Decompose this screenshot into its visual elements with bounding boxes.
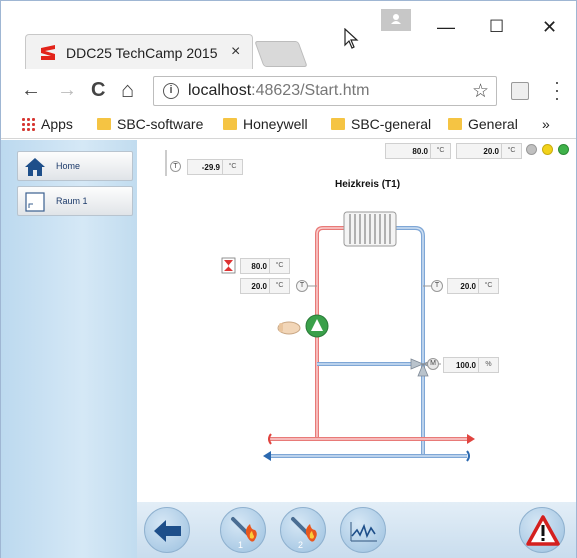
burner-1-button[interactable]: 1 <box>220 507 266 553</box>
bookmark-sbc-general[interactable]: SBC-general <box>331 116 431 132</box>
person-icon <box>391 14 401 24</box>
return-pipe <box>393 226 425 456</box>
extension-icon[interactable] <box>511 82 529 100</box>
valve-motor-icon: M <box>427 358 439 370</box>
alarm-button[interactable] <box>519 507 565 553</box>
mouse-cursor-icon <box>344 28 359 49</box>
new-tab-button[interactable] <box>254 41 308 67</box>
bookmark-sbc-software[interactable]: SBC-software <box>97 116 203 132</box>
bookmarks-more[interactable]: » <box>542 116 550 132</box>
trend-chart-icon <box>350 522 377 542</box>
supply-sensor-icon: T <box>296 280 308 292</box>
supply-arrow-icon <box>467 434 475 444</box>
url-text: localhost:48623/Start.htm <box>188 82 370 99</box>
folder-icon <box>448 118 462 130</box>
tab-close-button[interactable]: × <box>231 43 240 61</box>
title-bar: DDC25 TechCamp 2015 × — ☐ ✕ <box>1 1 576 71</box>
browser-toolbar: ← → C ⌂ i localhost:48623/Start.htm ☆ · ·… <box>1 71 576 111</box>
return-cap-icon <box>466 450 470 462</box>
pump-icon <box>305 314 329 338</box>
bookmark-apps[interactable]: Apps <box>21 116 73 132</box>
folder-icon <box>97 118 111 130</box>
heating-circuit-diagram <box>221 211 475 462</box>
burner-wrench-icon: 1 <box>231 517 257 550</box>
saia-logo-icon <box>41 45 55 60</box>
bookmarks-bar: Apps SBC-software Honeywell SBC-general … <box>1 111 576 139</box>
warning-triangle-icon <box>526 515 560 546</box>
minimize-button[interactable]: — <box>437 17 455 38</box>
back-arrow-icon[interactable]: ← <box>21 79 41 102</box>
radiator-icon <box>343 211 397 247</box>
home-icon[interactable]: ⌂ <box>121 77 134 103</box>
close-window-button[interactable]: ✕ <box>542 17 557 38</box>
reload-icon[interactable]: C <box>91 79 105 102</box>
folder-icon <box>331 118 345 130</box>
forward-arrow-icon[interactable]: → <box>57 79 77 102</box>
supply-temp-readout: 20.0 °C <box>240 278 290 294</box>
setpoint-readout[interactable]: 80.0 °C <box>240 258 290 274</box>
tab-title: DDC25 TechCamp 2015 <box>66 45 218 61</box>
maximize-button[interactable]: ☐ <box>489 17 504 37</box>
hourglass-icon <box>221 257 236 274</box>
menu-dots-icon[interactable]: · · · <box>554 73 560 107</box>
back-arrow-icon <box>154 520 181 542</box>
info-icon[interactable]: i <box>163 83 179 99</box>
return-temp-readout: 20.0 °C <box>447 278 499 294</box>
burner-2-button[interactable]: 2 <box>280 507 326 553</box>
burner-1-label: 1 <box>238 540 243 550</box>
return-arrow-icon <box>263 451 271 461</box>
return-sensor-icon: T <box>431 280 443 292</box>
trend-button[interactable] <box>340 507 386 553</box>
return-pipe-highlight <box>393 227 424 456</box>
bookmark-star-icon[interactable]: ☆ <box>472 80 489 103</box>
bookmark-honeywell[interactable]: Honeywell <box>223 116 308 132</box>
browser-tab[interactable]: DDC25 TechCamp 2015 × <box>25 34 253 69</box>
browser-window: DDC25 TechCamp 2015 × — ☐ ✕ ← → C ⌂ i lo… <box>0 0 577 558</box>
burner-wrench-icon: 2 <box>291 517 317 550</box>
manual-hand-icon <box>277 321 301 335</box>
folder-icon <box>223 118 237 130</box>
burner-2-label: 2 <box>298 540 303 550</box>
address-bar[interactable]: i localhost:48623/Start.htm ☆ <box>153 76 497 106</box>
back-button[interactable] <box>144 507 190 553</box>
apps-grid-icon <box>21 117 35 131</box>
valve-position-readout: 100.0% <box>443 357 499 373</box>
scada-app: Home Raum 1 T -29.9 °C 80.0 °C 20.0 °C Heiz… <box>1 140 576 558</box>
bookmark-general[interactable]: General <box>448 116 518 132</box>
profile-button[interactable] <box>381 9 411 31</box>
